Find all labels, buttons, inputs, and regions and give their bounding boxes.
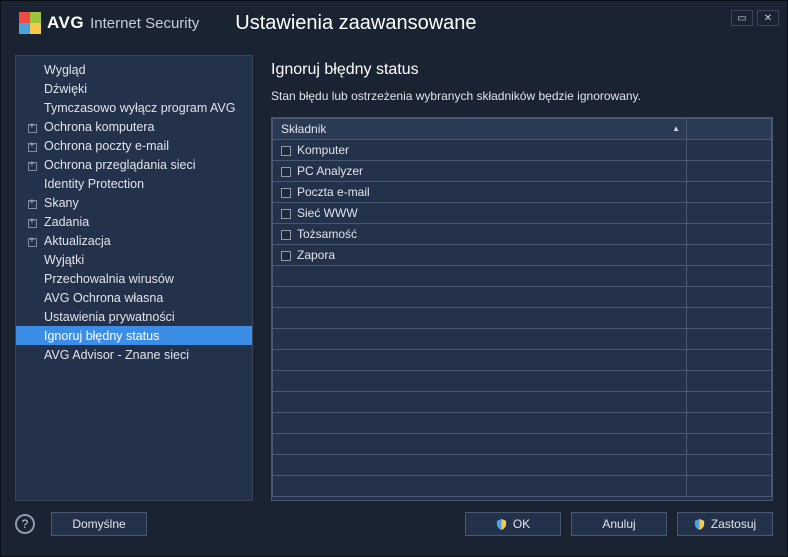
component-label: Komputer — [297, 143, 349, 157]
checkbox[interactable] — [281, 146, 291, 156]
product-name: Internet Security — [90, 15, 199, 32]
window-controls: ▭ ✕ — [731, 10, 779, 26]
ok-button[interactable]: OK — [465, 512, 561, 536]
defaults-button[interactable]: Domyślne — [51, 512, 147, 536]
sidebar-item-13[interactable]: Ustawienia prywatności — [16, 307, 252, 326]
cancel-button[interactable]: Anuluj — [571, 512, 667, 536]
table-row[interactable]: PC Analyzer — [273, 161, 772, 182]
table-row — [273, 266, 772, 287]
column-header-empty[interactable] — [687, 119, 772, 140]
table-row — [273, 476, 772, 497]
sidebar-item-7[interactable]: Skany — [16, 193, 252, 212]
table-row — [273, 413, 772, 434]
settings-sidebar[interactable]: WyglądDźwiękiTymczasowo wyłącz program A… — [15, 55, 253, 501]
sidebar-item-8[interactable]: Zadania — [16, 212, 252, 231]
checkbox[interactable] — [281, 167, 291, 177]
brand-name: AVG — [47, 13, 84, 33]
panel-title: Ignoruj błędny status — [271, 61, 773, 79]
component-label: Tożsamość — [297, 227, 357, 241]
close-button[interactable]: ✕ — [757, 10, 779, 26]
sidebar-item-14[interactable]: Ignoruj błędny status — [16, 326, 252, 345]
table-row — [273, 455, 772, 476]
checkbox[interactable] — [281, 188, 291, 198]
panel-description: Stan błędu lub ostrzeżenia wybranych skł… — [271, 89, 773, 103]
shield-icon — [496, 519, 507, 530]
help-icon[interactable]: ? — [15, 514, 35, 534]
shield-icon — [694, 519, 705, 530]
sidebar-item-12[interactable]: AVG Ochrona własna — [16, 288, 252, 307]
table-row[interactable]: Sieć WWW — [273, 203, 772, 224]
table-row — [273, 308, 772, 329]
table-row — [273, 434, 772, 455]
checkbox[interactable] — [281, 230, 291, 240]
sidebar-item-9[interactable]: Aktualizacja — [16, 231, 252, 250]
table-row — [273, 392, 772, 413]
sidebar-item-5[interactable]: Ochrona przeglądania sieci — [16, 155, 252, 174]
table-row — [273, 329, 772, 350]
table-row[interactable]: Komputer — [273, 140, 772, 161]
table-row[interactable]: Tożsamość — [273, 224, 772, 245]
sidebar-item-10[interactable]: Wyjątki — [16, 250, 252, 269]
component-label: Sieć WWW — [297, 206, 358, 220]
sidebar-item-0[interactable]: Wygląd — [16, 60, 252, 79]
sidebar-item-15[interactable]: AVG Advisor - Znane sieci — [16, 345, 252, 364]
sidebar-item-11[interactable]: Przechowalnia wirusów — [16, 269, 252, 288]
checkbox[interactable] — [281, 251, 291, 261]
ok-button-label: OK — [513, 517, 530, 531]
title-bar: AVG Internet Security Ustawienia zaawans… — [1, 1, 787, 45]
avg-logo-icon — [19, 12, 41, 34]
column-header-component[interactable]: Składnik — [273, 119, 687, 140]
components-table: Składnik Komputer PC Analyzer Poczta e-mai… — [271, 117, 773, 501]
table-row — [273, 287, 772, 308]
main-panel: Ignoruj błędny status Stan błędu lub ost… — [253, 55, 773, 501]
sidebar-item-1[interactable]: Dźwięki — [16, 79, 252, 98]
component-label: Zapora — [297, 248, 335, 262]
table-row — [273, 350, 772, 371]
checkbox[interactable] — [281, 209, 291, 219]
apply-button-label: Zastosuj — [711, 517, 756, 531]
component-label: PC Analyzer — [297, 164, 363, 178]
sidebar-item-4[interactable]: Ochrona poczty e-mail — [16, 136, 252, 155]
table-row[interactable]: Zapora — [273, 245, 772, 266]
sidebar-item-6[interactable]: Identity Protection — [16, 174, 252, 193]
apply-button[interactable]: Zastosuj — [677, 512, 773, 536]
page-title: Ustawienia zaawansowane — [235, 12, 476, 35]
table-row[interactable]: Poczta e-mail — [273, 182, 772, 203]
minimize-button[interactable]: ▭ — [731, 10, 753, 26]
cancel-button-label: Anuluj — [602, 517, 635, 531]
sidebar-item-3[interactable]: Ochrona komputera — [16, 117, 252, 136]
sidebar-item-2[interactable]: Tymczasowo wyłącz program AVG — [16, 98, 252, 117]
content-area: WyglądDźwiękiTymczasowo wyłącz program A… — [1, 45, 787, 501]
component-label: Poczta e-mail — [297, 185, 370, 199]
footer-bar: ? Domyślne OK Anuluj Zastosuj — [1, 501, 787, 547]
app-logo: AVG Internet Security — [19, 12, 199, 34]
table-row — [273, 371, 772, 392]
defaults-button-label: Domyślne — [72, 517, 125, 531]
